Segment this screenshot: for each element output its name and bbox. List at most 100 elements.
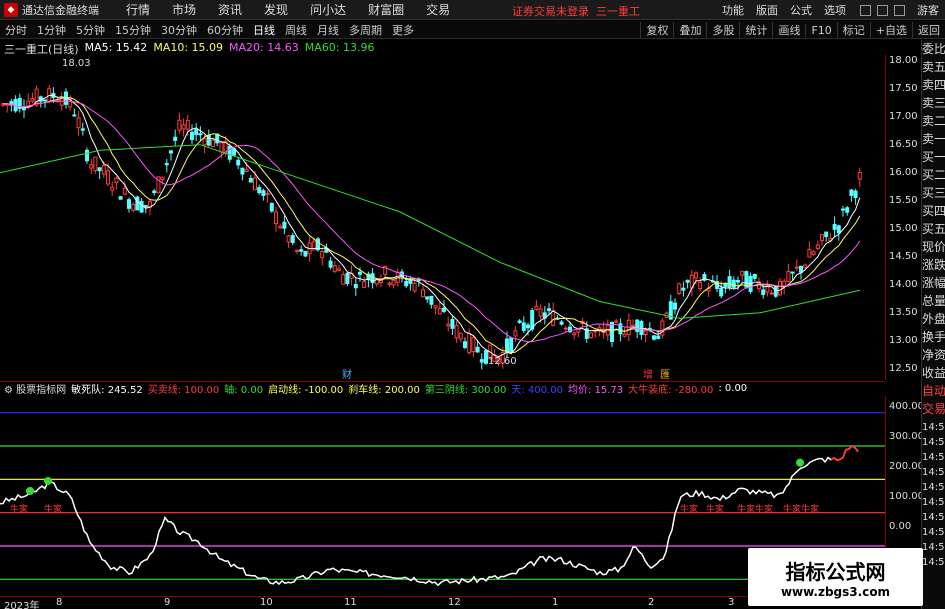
menu-shichang[interactable]: 市场: [161, 1, 207, 18]
menu-banmian[interactable]: 版面: [750, 2, 784, 18]
signal-label: 牛家牛家: [737, 505, 774, 515]
close-icon[interactable]: [894, 4, 905, 16]
btn-fanhui[interactable]: 返回: [912, 22, 945, 38]
main-menu: 行情 市场 资讯 发现 问小达 财富圈 交易: [115, 1, 461, 18]
side-tab-item[interactable]: 卖二: [922, 112, 945, 130]
candle-body: [639, 320, 644, 335]
menu-gongshi[interactable]: 公式: [784, 2, 818, 18]
period-day[interactable]: 日线: [248, 22, 280, 38]
stock-name[interactable]: 三一重工(日线): [4, 41, 79, 56]
gear-icon[interactable]: ⚙: [4, 385, 13, 396]
candle-body: [803, 264, 808, 269]
side-tab-item[interactable]: 买四: [922, 202, 945, 220]
candle-body: [404, 281, 409, 287]
price-tick: 17.50: [889, 83, 918, 94]
side-tab-item[interactable]: 外盘: [922, 310, 945, 328]
side-tab-item[interactable]: 涨幅: [922, 274, 945, 292]
side-tab-item[interactable]: 交易: [922, 400, 945, 418]
candle-body: [458, 332, 463, 340]
price-tick: 14.00: [889, 279, 918, 290]
period-week[interactable]: 周线: [280, 22, 312, 38]
menu-faxian[interactable]: 发现: [253, 1, 299, 18]
side-tab-item[interactable]: 委比: [922, 40, 945, 58]
date-tick: 2023年: [4, 601, 40, 609]
btn-fuquan[interactable]: 复权: [640, 22, 673, 38]
period-5min[interactable]: 5分钟: [71, 22, 110, 38]
price-tick: 17.00: [889, 111, 918, 122]
time-cell: 14:50: [922, 452, 945, 463]
candle-body: [425, 296, 430, 300]
indicator-tick: 400.00: [889, 401, 924, 412]
time-cell: 14:50: [922, 482, 945, 493]
zeng-marker[interactable]: 增: [643, 366, 653, 381]
side-tab-item[interactable]: 收益: [922, 364, 945, 382]
side-tab-item[interactable]: 买一: [922, 148, 945, 166]
side-tab-item[interactable]: 总量: [922, 292, 945, 310]
guest-label[interactable]: 游客: [911, 2, 945, 18]
period-fenshi[interactable]: 分时: [0, 22, 32, 38]
candle-body: [295, 249, 299, 252]
period-30min[interactable]: 30分钟: [156, 22, 202, 38]
period-more[interactable]: 更多: [387, 22, 419, 38]
side-tab-item[interactable]: 自动: [922, 382, 945, 400]
candle-body: [227, 145, 232, 160]
ind-item-2: 轴: 0.00: [224, 385, 264, 396]
maximize-icon[interactable]: [877, 4, 888, 16]
indicator-name[interactable]: ⚙ 股票指标网: [4, 381, 66, 396]
menu-wenxiaoda[interactable]: 问小达: [299, 1, 357, 18]
side-tab-item[interactable]: 买三: [922, 184, 945, 202]
candle-body: [719, 287, 724, 297]
candle-body: [446, 323, 451, 327]
period-multi[interactable]: 多周期: [344, 22, 387, 38]
candle-body: [744, 271, 749, 288]
event-marker[interactable]: 匯: [660, 366, 670, 381]
candle-body: [320, 251, 325, 258]
side-tab-item[interactable]: 卖四: [922, 76, 945, 94]
candle-body: [782, 280, 787, 287]
candle-body: [202, 138, 207, 146]
candle-body: [517, 320, 522, 323]
period-15min[interactable]: 15分钟: [110, 22, 156, 38]
btn-huaxian[interactable]: 画线: [772, 22, 805, 38]
candle-body: [849, 189, 854, 196]
btn-duogu[interactable]: 多股: [706, 22, 739, 38]
side-tab-item[interactable]: 净资: [922, 346, 945, 364]
candle-body: [358, 271, 362, 275]
candle-body: [526, 324, 530, 329]
btn-tongji[interactable]: 统计: [739, 22, 772, 38]
ind-item-0: 敏死队: 245.52: [71, 385, 143, 396]
candle-body: [391, 280, 396, 286]
menu-jiaoyi[interactable]: 交易: [415, 1, 461, 18]
candle-body: [80, 128, 85, 131]
side-tab-item[interactable]: 卖一: [922, 130, 945, 148]
candle-body: [337, 268, 341, 271]
side-tab-item[interactable]: 换手: [922, 328, 945, 346]
btn-biaoji[interactable]: 标记: [836, 22, 870, 38]
menu-gongneng[interactable]: 功能: [716, 2, 750, 18]
candle-body: [635, 319, 640, 332]
menu-zixun[interactable]: 资讯: [207, 1, 253, 18]
menu-xuanxiang[interactable]: 选项: [818, 2, 852, 18]
minimize-icon[interactable]: [860, 4, 871, 16]
cai-marker[interactable]: 财: [342, 366, 352, 381]
side-tab-item[interactable]: 买五: [922, 220, 945, 238]
candle-body: [841, 208, 845, 211]
side-tab-item[interactable]: 涨跌: [922, 256, 945, 274]
period-1min[interactable]: 1分钟: [32, 22, 71, 38]
candlestick-chart[interactable]: [0, 55, 885, 380]
side-tab-item[interactable]: 卖三: [922, 94, 945, 112]
btn-zixuan[interactable]: +自选: [869, 22, 912, 38]
side-tab-item[interactable]: 现价: [922, 238, 945, 256]
candle-body: [786, 271, 791, 282]
menu-caifuquan[interactable]: 财富圈: [357, 1, 415, 18]
period-60min[interactable]: 60分钟: [202, 22, 248, 38]
btn-diejia[interactable]: 叠加: [673, 22, 706, 38]
candle-body: [475, 346, 480, 353]
login-warning[interactable]: 证券交易未登录 三一重工: [512, 3, 640, 19]
btn-f10[interactable]: F10: [805, 23, 836, 37]
side-tab-item[interactable]: 买二: [922, 166, 945, 184]
menu-hangqing[interactable]: 行情: [115, 1, 161, 18]
side-tab-item[interactable]: 卖五: [922, 58, 945, 76]
period-month[interactable]: 月线: [312, 22, 344, 38]
watermark-title: 指标公式网: [785, 559, 886, 584]
